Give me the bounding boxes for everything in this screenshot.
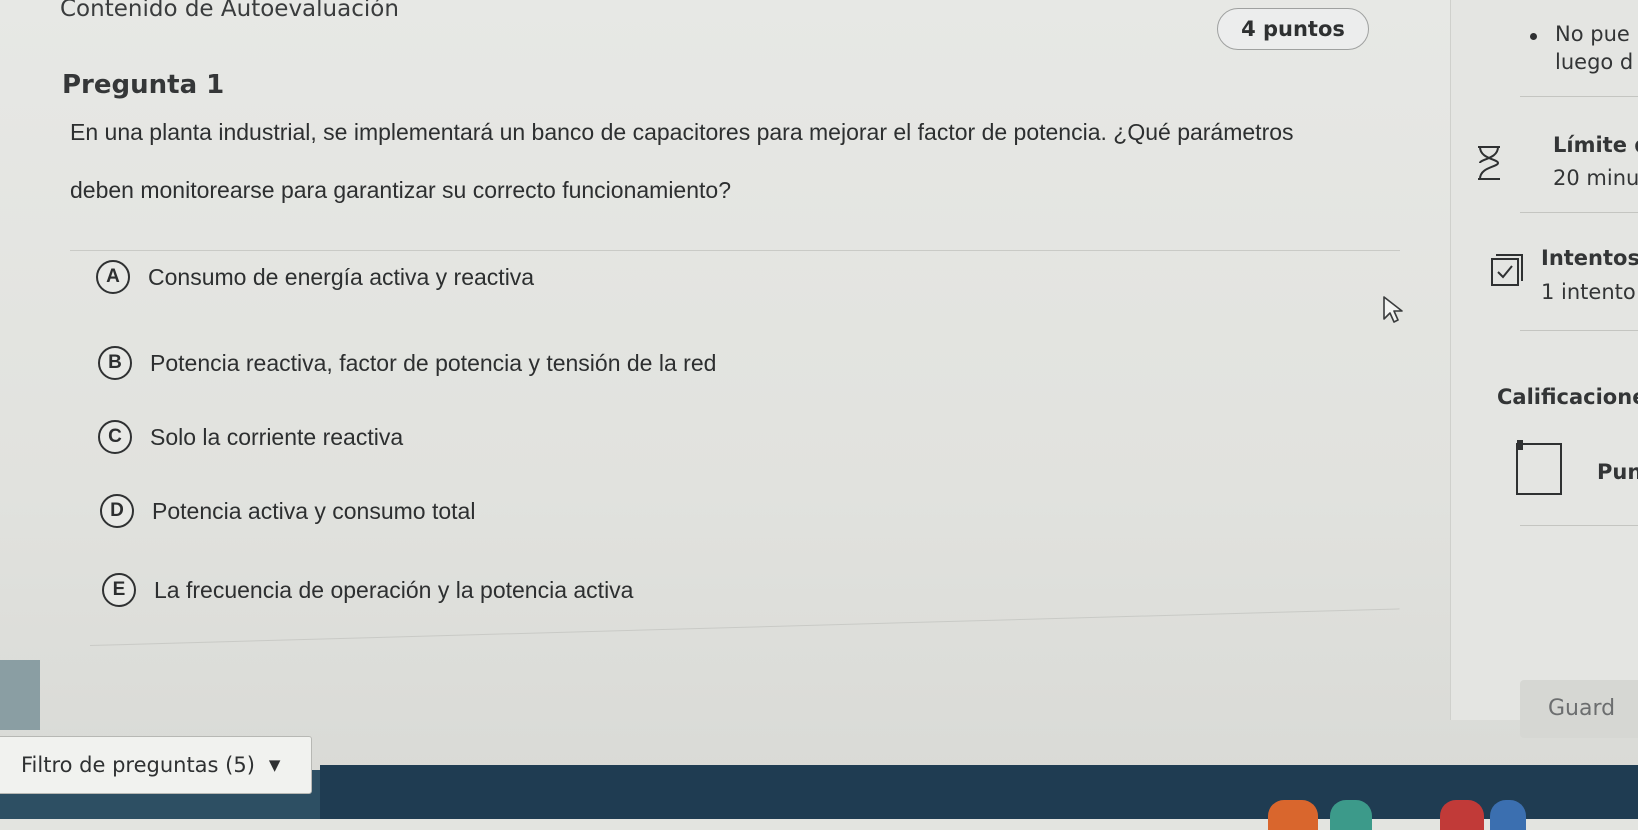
options-bottom-divider [89,608,1400,646]
question-text: En una planta industrial, se implementar… [70,100,1370,222]
option-letter-b: B [98,346,132,380]
answer-option-e[interactable]: E La frecuencia de operación y la potenc… [102,573,633,607]
question-text-line-2: deben monitorearse para garantizar su co… [70,177,731,203]
assessment-title: Contenido de Autoevaluación [60,0,399,22]
option-text-d: Potencia activa y consumo total [152,497,476,524]
quiz-info-panel [1450,0,1638,720]
hourglass-icon [1478,146,1500,180]
option-letter-e: E [102,573,136,607]
answer-option-a[interactable]: A Consumo de energía activa y reactiva [96,260,534,294]
checkbox-icon [1491,254,1523,286]
option-letter-a: A [96,260,130,294]
filter-label: Filtro de preguntas (5) [21,753,255,777]
panel-divider-3 [1520,330,1638,331]
taskbar-icon-blue[interactable] [1490,800,1526,830]
option-text-b: Potencia reactiva, factor de potencia y … [150,349,717,376]
question-filter-dropdown[interactable]: Filtro de preguntas (5) ▼ [0,736,312,794]
taskbar-icon-teal[interactable] [1330,800,1372,830]
sidebar-edge [0,660,40,730]
answer-option-b[interactable]: B Potencia reactiva, factor de potencia … [98,346,716,380]
answer-option-d[interactable]: D Potencia activa y consumo total [100,494,475,528]
points-badge: 4 puntos [1217,8,1369,50]
grades-label: Calificacione [1497,385,1638,409]
grade-box-icon [1516,440,1562,495]
option-letter-c: C [98,420,132,454]
option-text-a: Consumo de energía activa y reactiva [148,263,535,290]
panel-divider-4 [1520,525,1638,526]
page: Contenido de Autoevaluación 4 puntos Pre… [0,0,1638,830]
chevron-down-icon: ▼ [268,756,281,774]
save-button[interactable]: Guard [1520,680,1638,738]
bullet-dot [1530,33,1537,40]
question-title: Pregunta 1 [62,70,225,100]
mouse-cursor-icon [1383,296,1403,323]
time-limit-label: Límite de [1553,133,1638,157]
question-text-line-1: En una planta industrial, se implementar… [70,119,1294,145]
panel-divider-1 [1520,96,1638,97]
note-line-1: No pue [1555,22,1630,46]
attempts-value: 1 intento [1541,280,1636,304]
taskbar-icon-red[interactable] [1440,800,1484,830]
attempts-label: Intentos [1541,246,1638,270]
time-limit-value: 20 minut [1553,166,1638,190]
option-text-c: Solo la corriente reactiva [150,423,404,450]
taskbar-icon-orange[interactable] [1268,800,1318,830]
question-divider [70,250,1400,251]
note-line-2: luego d [1555,50,1634,74]
option-letter-d: D [100,494,134,528]
answer-option-c[interactable]: C Solo la corriente reactiva [98,420,403,454]
panel-divider-2 [1520,212,1638,213]
grades-value: Pun [1597,460,1638,484]
option-text-e: La frecuencia de operación y la potencia… [154,576,634,603]
